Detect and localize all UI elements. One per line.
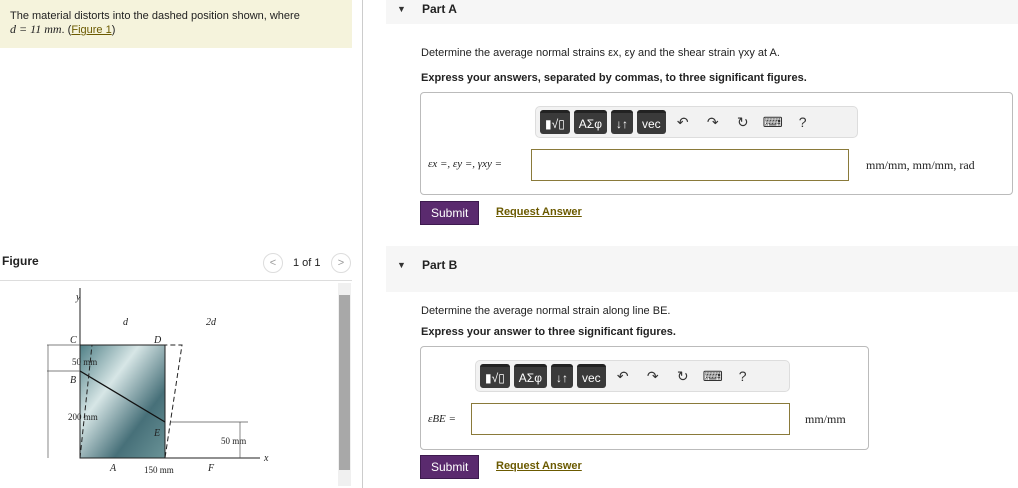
problem-intro: The material distorts into the dashed po… [0, 0, 352, 48]
part-b-header[interactable] [386, 246, 1018, 292]
dim-150: 150 mm [144, 465, 174, 475]
label-d: d [123, 317, 129, 328]
part-a-instruction: Express your answers, separated by comma… [421, 72, 807, 84]
dim-200: 200 mm [68, 412, 98, 422]
label-a: A [109, 463, 117, 474]
label-d-point: D [153, 335, 162, 346]
label-f: F [207, 463, 215, 474]
part-a-request-answer-link[interactable]: Request Answer [496, 206, 582, 218]
part-a-submit-button[interactable]: Submit [420, 201, 480, 225]
dim-50-top: 50 mm [72, 357, 97, 367]
figure-title: Figure [2, 254, 39, 268]
part-a-title: Part A [422, 2, 457, 16]
vec-button[interactable]: vec [637, 110, 666, 134]
figure-diagram: y x d 2d C D B E A F 50 mm 200 mm 50 mm … [47, 288, 269, 475]
vec-button[interactable]: vec [577, 364, 606, 388]
figure-link[interactable]: Figure 1 [71, 24, 111, 36]
part-b-question: Determine the average normal strain alon… [421, 305, 671, 317]
help-button[interactable]: ? [730, 368, 756, 384]
undo-icon[interactable]: ↶ [610, 368, 636, 385]
redo-icon[interactable]: ↷ [640, 368, 666, 385]
divider [0, 280, 352, 281]
part-a-label: εx =, εy =, γxy = [428, 158, 503, 170]
arrows-button[interactable]: ↓↑ [551, 364, 573, 388]
templates-button[interactable]: ▮√▯ [480, 364, 510, 388]
undo-icon[interactable]: ↶ [670, 114, 696, 131]
part-b-math-toolbar: ▮√▯ ΑΣφ ↓↑ vec ↶ ↷ ↻ ⌨ ? [475, 360, 790, 392]
greek-button[interactable]: ΑΣφ [513, 364, 547, 388]
part-b-request-answer-link[interactable]: Request Answer [496, 460, 582, 472]
part-b-instruction: Express your answer to three significant… [421, 326, 676, 338]
intro-period: . [61, 24, 65, 36]
part-b-answer-input[interactable] [471, 403, 790, 435]
next-figure-button[interactable]: > [331, 253, 351, 273]
part-a-question: Determine the average normal strains εx,… [421, 47, 780, 59]
label-c: C [70, 335, 77, 346]
label-2d: 2d [206, 317, 217, 328]
arrows-button[interactable]: ↓↑ [611, 110, 633, 134]
collapse-triangle-icon[interactable]: ▼ [397, 260, 406, 270]
prev-figure-button[interactable]: < [263, 253, 283, 273]
dim-50-bottom: 50 mm [221, 436, 246, 446]
greek-button[interactable]: ΑΣφ [573, 110, 607, 134]
intro-math: d = 11 mm [10, 22, 62, 36]
part-a-units: mm/mm, mm/mm, rad [866, 158, 975, 172]
label-y: y [75, 292, 81, 303]
redo-icon[interactable]: ↷ [700, 114, 726, 131]
part-b-submit-button[interactable]: Submit [420, 455, 480, 479]
templates-button[interactable]: ▮√▯ [540, 110, 570, 134]
label-e: E [153, 428, 160, 439]
scrollbar-thumb[interactable] [339, 295, 350, 470]
label-x: x [263, 453, 269, 464]
column-divider [362, 0, 363, 488]
label-b: B [70, 375, 76, 386]
keyboard-icon[interactable]: ⌨ [700, 368, 726, 385]
part-b-units: mm/mm [805, 412, 846, 426]
part-a-header[interactable] [386, 0, 1018, 24]
part-a-answer-input[interactable] [531, 149, 849, 181]
reset-icon[interactable]: ↻ [730, 114, 756, 131]
figure-pager: 1 of 1 [293, 257, 321, 269]
help-button[interactable]: ? [790, 114, 816, 130]
part-a-math-toolbar: ▮√▯ ΑΣφ ↓↑ vec ↶ ↷ ↻ ⌨ ? [535, 106, 858, 138]
reset-icon[interactable]: ↻ [670, 368, 696, 385]
collapse-triangle-icon[interactable]: ▼ [397, 4, 406, 14]
part-b-title: Part B [422, 258, 458, 272]
part-b-label: εBE = [428, 413, 456, 425]
keyboard-icon[interactable]: ⌨ [760, 114, 786, 131]
